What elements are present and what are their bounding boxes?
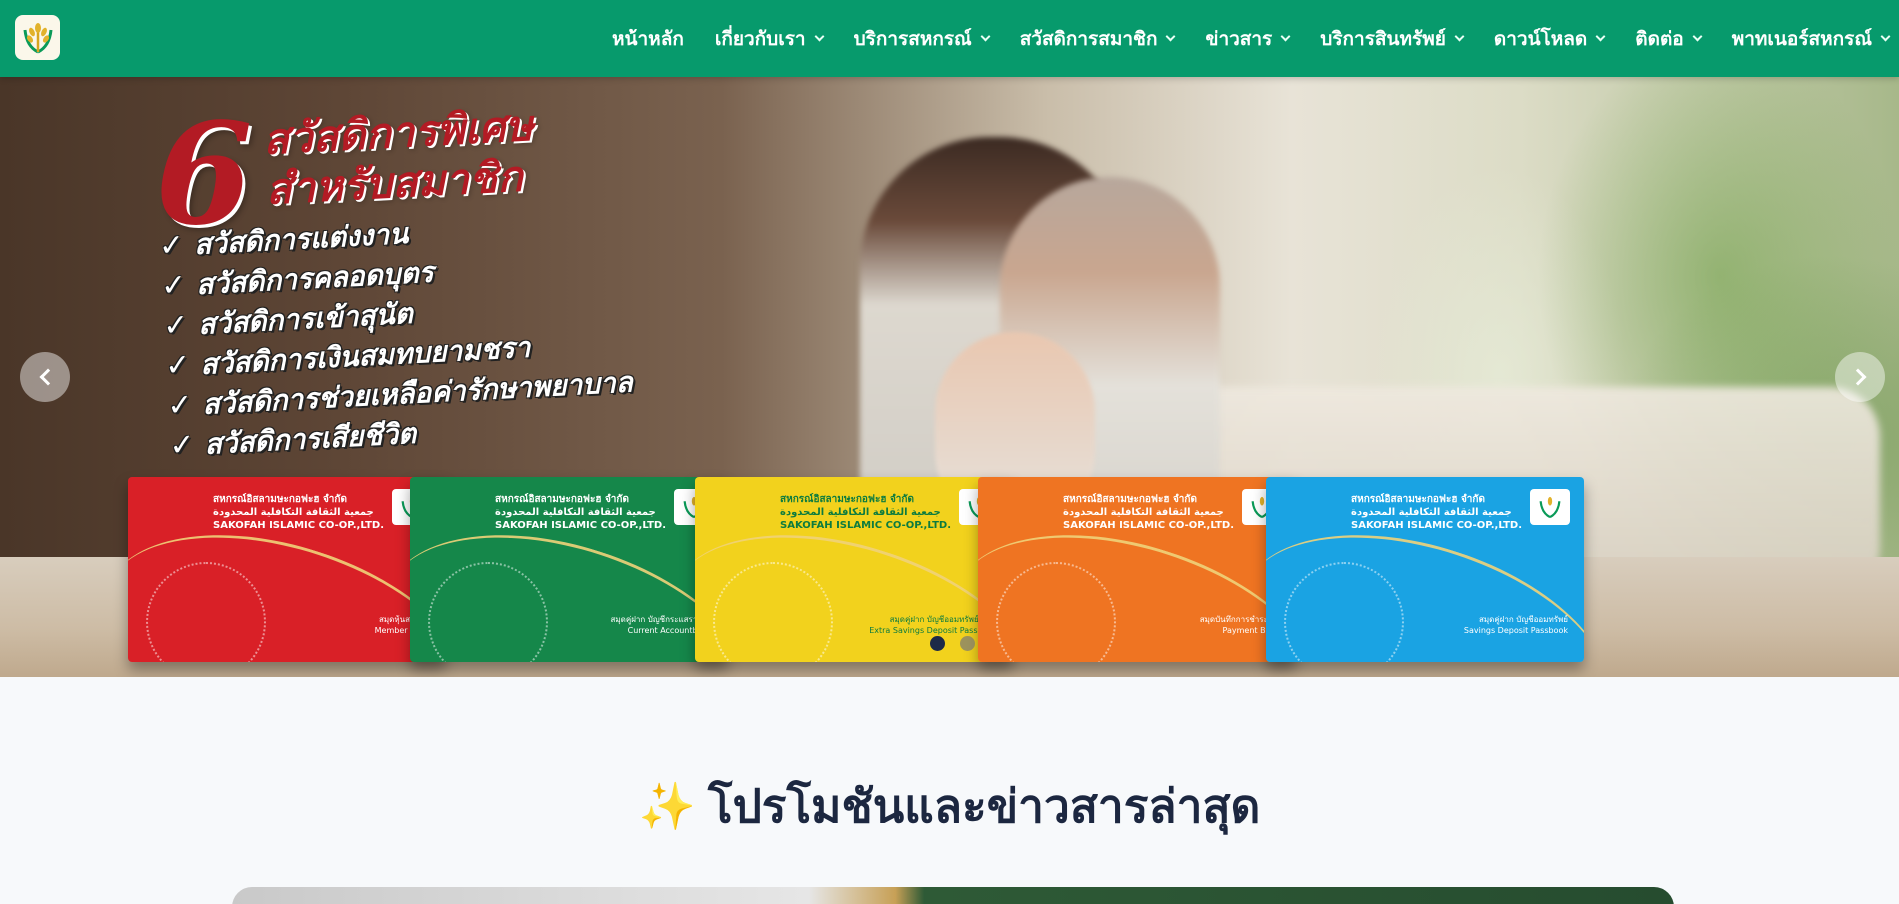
top-navbar: หน้าหลัก เกี่ยวกับเรา บริการสหกรณ์ สวัสด… bbox=[0, 0, 1899, 77]
nav-item-label: ติดต่อ bbox=[1635, 27, 1684, 50]
chevron-down-icon bbox=[1280, 31, 1291, 42]
passbook-org: สหกรณ์อิสลามษะกอฟะฮ จำกัด جمعية الثقافة ا… bbox=[780, 494, 951, 531]
passbook-member: สหกรณ์อิสลามษะกอฟะฮ จำกัด جمعية الثقافة ا… bbox=[128, 477, 446, 662]
check-icon: ✓ bbox=[160, 267, 188, 304]
carousel-indicators bbox=[930, 636, 990, 651]
nav-item-label: ข่าวสาร bbox=[1205, 27, 1273, 50]
check-icon: ✓ bbox=[164, 347, 192, 384]
nav-item-home[interactable]: หน้าหลัก bbox=[612, 24, 684, 54]
benefit-label: สวัสดิการเข้าสุนัต bbox=[197, 296, 414, 342]
nav-item-label: ดาวน์โหลด bbox=[1493, 27, 1588, 50]
chevron-down-icon bbox=[1880, 31, 1891, 42]
benefit-label: สวัสดิการแต่งงาน bbox=[193, 216, 409, 262]
check-icon: ✓ bbox=[166, 387, 194, 424]
passbook-savings: สหกรณ์อิสลามษะกอฟะฮ จำกัด جمعية الثقافة ا… bbox=[1266, 477, 1584, 662]
passbook-payment: สหกรณ์อิสลามษะกอฟะฮ จำกัด جمعية الثقافة ا… bbox=[978, 477, 1296, 662]
section-title-text: โปรโมชันและข่าวสารล่าสุด bbox=[707, 779, 1261, 833]
section-title: ✨ โปรโมชันและข่าวสารล่าสุด bbox=[0, 770, 1899, 843]
nav-item-member-welfare[interactable]: สวัสดิการสมาชิก bbox=[1019, 24, 1176, 54]
chevron-left-icon bbox=[39, 368, 56, 386]
nav-item-label: หน้าหลัก bbox=[611, 27, 684, 50]
check-icon: ✓ bbox=[168, 427, 196, 464]
nav-item-coop-services[interactable]: บริการสหกรณ์ bbox=[853, 24, 991, 54]
nav-item-label: บริการสินทรัพย์ bbox=[1320, 27, 1446, 50]
chevron-down-icon bbox=[1454, 31, 1465, 42]
promo-card[interactable] bbox=[232, 887, 1674, 904]
carousel-next-button[interactable] bbox=[1835, 352, 1885, 402]
passbook-type: สมุดคู่ฝาก บัญชีออมทรัพย์ Savings Deposit… bbox=[1463, 615, 1568, 635]
chevron-right-icon bbox=[1849, 368, 1866, 386]
nav-item-download[interactable]: ดาวน์โหลด bbox=[1493, 24, 1606, 54]
nav-item-label: สวัสดิการสมาชิก bbox=[1019, 27, 1158, 50]
promo-title: สวัสดิการพิเศษ สำหรับสมาชิก bbox=[262, 101, 537, 215]
check-icon: ✓ bbox=[162, 307, 190, 344]
site-logo[interactable] bbox=[15, 15, 60, 60]
nav-item-news[interactable]: ข่าวสาร bbox=[1205, 24, 1291, 54]
chevron-down-icon bbox=[1692, 31, 1703, 42]
check-icon: ✓ bbox=[158, 227, 186, 264]
chevron-down-icon bbox=[980, 31, 991, 42]
nav-item-label: พาทเนอร์สหกรณ์ bbox=[1731, 27, 1872, 50]
chevron-down-icon bbox=[814, 31, 825, 42]
chevron-down-icon bbox=[1166, 31, 1176, 42]
rice-sheaf-logo-icon bbox=[23, 22, 52, 53]
passbook-org: สหกรณ์อิสลามษะกอฟะฮ จำกัด جمعية الثقافة ا… bbox=[495, 494, 666, 531]
nav-item-label: เกี่ยวกับเรา bbox=[714, 27, 806, 50]
nav-item-asset-services[interactable]: บริการสินทรัพย์ bbox=[1320, 24, 1465, 54]
passbook-org: สหกรณ์อิสลามษะกอฟะฮ จำกัด جمعية الثقافة ا… bbox=[1063, 494, 1234, 531]
coop-emblem-icon bbox=[1530, 489, 1570, 525]
benefit-list: ✓ สวัสดิการแต่งงาน ✓ สวัสดิการคลอดบุตร ✓ สว… bbox=[158, 203, 636, 467]
main-menu: หน้าหลัก เกี่ยวกับเรา บริการสหกรณ์ สวัสด… bbox=[612, 0, 1899, 77]
sparkles-icon: ✨ bbox=[638, 779, 696, 833]
passbook-org: สหกรณ์อิสลามษะกอฟะฮ จำกัด جمعية الثقافة ا… bbox=[1351, 494, 1522, 531]
benefit-label: สวัสดิการเสียชีวิต bbox=[203, 416, 417, 461]
passbook-org: สหกรณ์อิสลามษะกอฟะฮ จำกัด جمعية الثقافة ا… bbox=[213, 494, 384, 531]
chevron-down-icon bbox=[1595, 31, 1606, 42]
carousel-dot-2[interactable] bbox=[960, 636, 975, 651]
nav-item-contact[interactable]: ติดต่อ bbox=[1635, 24, 1703, 54]
hero-carousel: 6 สวัสดิการพิเศษ สำหรับสมาชิก ✓ สวัสดิการ… bbox=[0, 77, 1899, 677]
carousel-prev-button[interactable] bbox=[20, 352, 70, 402]
carousel-dot-1[interactable] bbox=[930, 636, 945, 651]
passbook-extra-savings: สหกรณ์อิสลามษะกอฟะฮ จำกัด جمعية الثقافة ا… bbox=[695, 477, 1013, 662]
passbook-current-account: สหกรณ์อิสลามษะกอฟะฮ จำกัด جمعية الثقافة ا… bbox=[410, 477, 728, 662]
nav-item-label: บริการสหกรณ์ bbox=[853, 27, 972, 50]
nav-item-about[interactable]: เกี่ยวกับเรา bbox=[714, 24, 825, 54]
nav-item-partners[interactable]: พาทเนอร์สหกรณ์ bbox=[1731, 24, 1891, 54]
